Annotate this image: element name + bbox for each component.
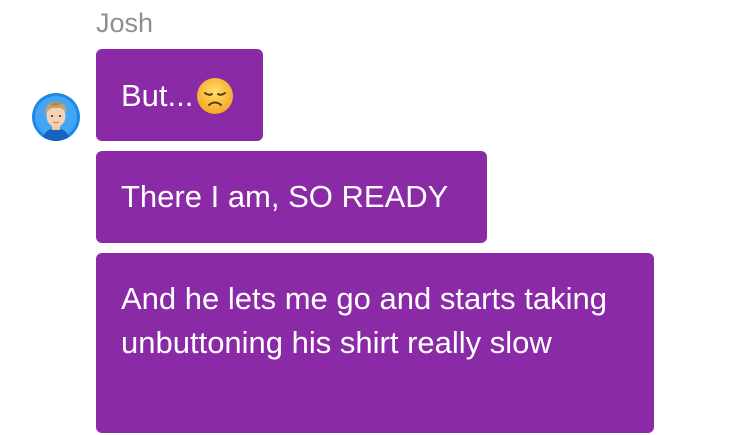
message-bubble[interactable]: There I am, SO READY [96, 151, 487, 243]
disappointed-face-emoji-icon [195, 76, 235, 116]
message-text: And he lets me go and starts taking unbu… [121, 281, 607, 360]
message-bubble[interactable]: But... [96, 49, 264, 141]
message-text: But... [121, 78, 194, 113]
message-text: There I am, SO READY [121, 179, 449, 214]
message-bubble[interactable]: And he lets me go and starts taking unbu… [96, 253, 654, 433]
user-avatar-icon[interactable] [32, 93, 80, 141]
sender-name: Josh [96, 8, 154, 38]
